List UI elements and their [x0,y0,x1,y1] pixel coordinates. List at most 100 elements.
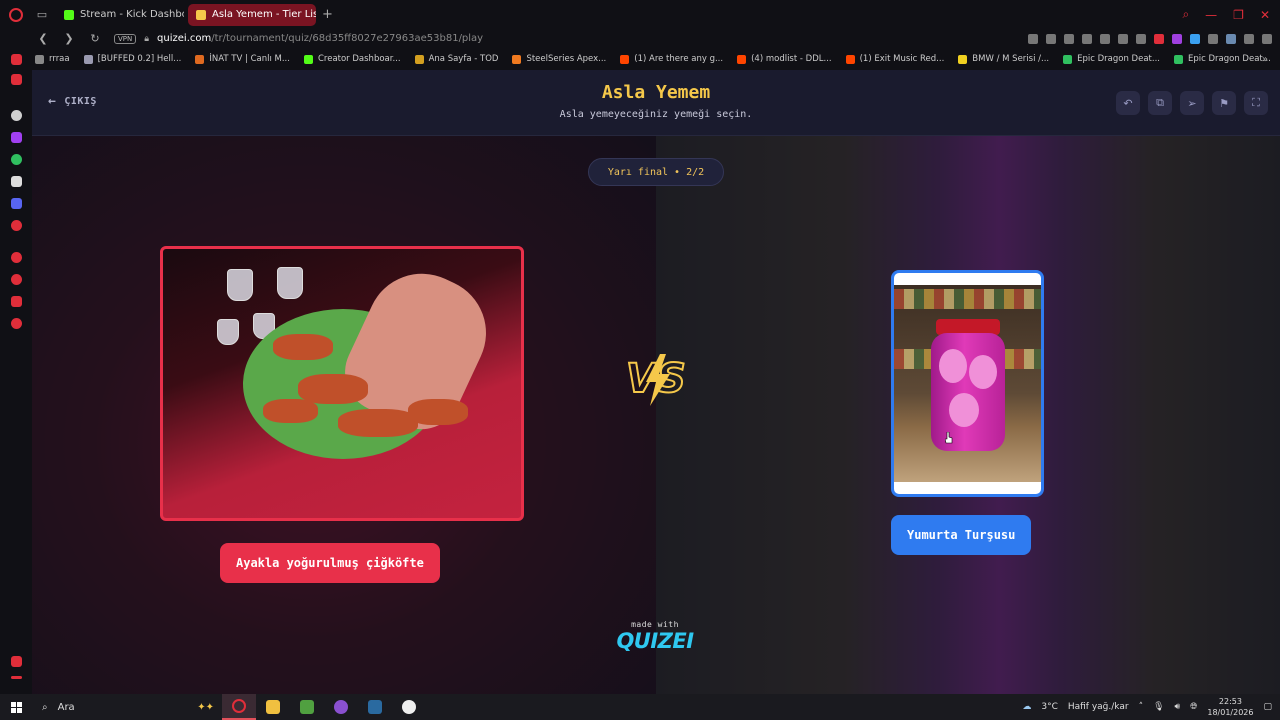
clock[interactable]: 22:53 18/01/2026 [1207,696,1253,718]
pin-icon[interactable] [1028,33,1038,44]
translate-icon[interactable] [1082,33,1092,44]
history-icon[interactable] [11,274,22,285]
left-choice-image[interactable] [160,246,524,521]
egg-image [969,355,997,389]
twitch-icon[interactable] [11,132,22,143]
start-button[interactable] [0,694,32,720]
settings-icon[interactable] [11,318,22,329]
made-with-label: made with [631,620,679,629]
undo-icon[interactable]: ↶ [1116,91,1140,115]
bookmark-item[interactable]: Epic Dragon Deat... [1173,54,1271,64]
speaker-icon[interactable]: 🔊︎ [1175,702,1181,712]
maximize-button[interactable]: ❐ [1233,8,1244,22]
player-icon[interactable] [1100,33,1110,44]
extension-blue-icon[interactable] [1190,33,1200,44]
new-tab-button[interactable]: + [322,7,333,22]
quizei-favicon-icon [196,9,206,20]
made-with-quizei[interactable]: made with QUIZEI [602,620,708,653]
bookmark-item[interactable]: İNAT TV | Canlı M... [195,54,290,64]
taskbar-opera[interactable] [222,694,256,720]
search-tabs-icon[interactable]: ⌕ [1182,7,1189,22]
bookmark-item[interactable]: SteelSeries Apex... [512,54,606,64]
bookmark-favicon-icon [1063,54,1073,64]
chatgpt-icon[interactable] [11,110,22,121]
bookmark-item[interactable]: Epic Dragon Deat... [1063,54,1160,64]
sidebar-home-icon[interactable] [11,74,22,85]
player-sidebar-icon[interactable] [11,252,22,263]
bookmark-item[interactable]: Ana Sayfa - TOD [414,54,498,64]
bookmark-item[interactable]: BMW / M Serisi /... [958,54,1049,64]
bookmark-item[interactable]: rrraa [35,54,70,64]
flag-icon[interactable]: ⚑ [1212,91,1236,115]
opera-menu-icon[interactable] [0,0,32,29]
discord-icon[interactable] [11,198,22,209]
copy-icon[interactable]: ⧉ [1148,91,1172,115]
profile-avatar[interactable] [1226,33,1236,44]
network-icon[interactable]: 🌐︎ [1190,702,1197,712]
download-icon[interactable] [1244,33,1254,44]
windows-icon [10,701,22,713]
tab-kick-dashboard[interactable]: Stream - Kick Dashboa [56,4,184,26]
taskbar-minecraft[interactable] [290,694,324,720]
bookmark-item[interactable]: (1) Are there any g... [620,54,723,64]
camera-icon[interactable] [1136,33,1146,44]
bookmark-item[interactable]: [BUFFED 0.2] Hell... [83,54,181,64]
header-actions: ↶ ⧉ ➢ ⚑ ⛶ [1116,91,1268,115]
right-choice-button[interactable]: Yumurta Turşusu [891,515,1032,555]
quiz-page: ← ÇIKIŞ Asla Yemem Asla yemeyeceğiniz ye… [32,70,1280,694]
extensions-sidebar-icon[interactable] [11,296,22,307]
aria-icon[interactable] [11,54,22,65]
extension-red-icon[interactable] [1154,33,1164,44]
adblock-icon[interactable] [1064,33,1074,44]
share-icon[interactable]: ➢ [1180,91,1204,115]
bookmark-item[interactable]: (4) modlist - DDL... [737,54,832,64]
reload-icon[interactable]: ↻ [86,32,104,45]
music-icon[interactable] [11,220,22,231]
taskbar-steam[interactable] [358,694,392,720]
tab-overview-icon[interactable]: ▭ [32,0,52,29]
whatsapp-icon[interactable] [11,154,22,165]
x-twitter-icon[interactable] [11,176,22,187]
gx-icon[interactable] [11,656,22,667]
tab-asla-yemem[interactable]: Asla Yemem - Tier List, Kö [188,3,316,26]
heart-icon[interactable] [1118,33,1128,44]
extensions-icon[interactable] [1208,33,1218,44]
url-field[interactable]: quizei.com/tr/tournament/quiz/68d35ff802… [157,33,483,44]
kick-favicon-icon [64,9,74,20]
sidebar-more-icon[interactable] [11,676,22,679]
clock-date: 18/01/2026 [1207,708,1254,717]
quiz-header: ← ÇIKIŞ Asla Yemem Asla yemeyeceğiniz ye… [32,70,1280,136]
kofte-piece [408,399,468,425]
bookmark-label: SteelSeries Apex... [526,54,607,64]
extension-purple-icon[interactable] [1172,33,1182,44]
screenshot-icon[interactable] [1046,33,1056,44]
notification-icon[interactable]: ▢ [1263,702,1272,712]
bookmarks-more-button[interactable]: » [1262,54,1268,65]
minimize-button[interactable]: — [1205,8,1217,22]
menu-icon[interactable] [1262,33,1272,44]
right-choice-image[interactable] [891,270,1044,497]
taskbar-obs[interactable] [392,694,426,720]
weather-desc[interactable]: Hafif yağ./kar [1068,702,1129,712]
back-icon[interactable]: ❮ [34,32,52,45]
glass-image [217,319,239,345]
bookmark-label: Epic Dragon Deat... [1187,54,1271,64]
vpn-badge[interactable]: VPN [114,33,137,44]
weather-temp[interactable]: 3°C [1041,702,1058,712]
bookmark-item[interactable]: Creator Dashboar... [303,54,401,64]
taskbar-file-explorer[interactable] [256,694,290,720]
taskbar-search[interactable]: ⌕ Ara ✦✦ [32,694,222,720]
lock-icon[interactable]: 🔒︎ [144,34,149,44]
weather-icon[interactable]: ☁ [1022,702,1031,712]
bookmark-favicon-icon [737,54,747,64]
forward-icon[interactable]: ❯ [60,32,78,45]
taskbar-discord-like[interactable] [324,694,358,720]
bookmark-favicon-icon [414,54,424,64]
microphone-icon[interactable]: 🎙︎ [1153,702,1164,712]
close-button[interactable]: ✕ [1260,8,1270,22]
left-choice-button[interactable]: Ayakla yoğurulmuş çiğköfte [220,543,440,583]
bookmark-item[interactable]: (1) Exit Music Red... [845,54,944,64]
fullscreen-icon[interactable]: ⛶ [1244,91,1268,115]
quizei-logo: QUIZEI [616,629,694,653]
chevron-up-icon[interactable]: ˄ [1139,702,1144,712]
